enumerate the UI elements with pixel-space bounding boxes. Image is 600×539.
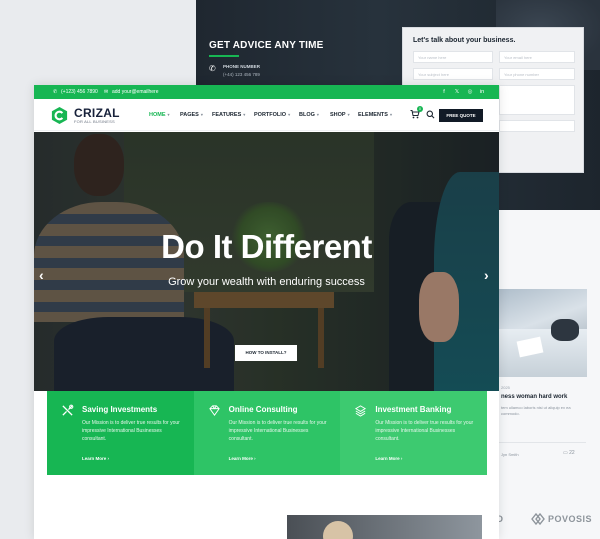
how-to-install-button[interactable]: HOW TO INSTALL? bbox=[235, 345, 297, 361]
submit-field[interactable] bbox=[499, 120, 575, 132]
phone-number: (+44) 123 456 789 bbox=[223, 72, 260, 77]
free-quote-button[interactable]: FREE QUOTE bbox=[439, 109, 483, 122]
brand-tagline: FOR ALL BUSINESS bbox=[74, 119, 115, 124]
hero-slider: Do It Different Grow your wealth with en… bbox=[34, 132, 499, 391]
nav-portfolio[interactable]: PORTFOLIO ▾ bbox=[254, 112, 290, 118]
service-card[interactable]: Investment Banking Our Mission is to del… bbox=[340, 391, 488, 475]
topbar-phone[interactable]: ✆ (+123) 456 7890 bbox=[53, 89, 98, 95]
blog-comments: ▭ 22 bbox=[563, 450, 575, 456]
chevron-down-icon: ▾ bbox=[347, 112, 350, 117]
blog-date: 2025 bbox=[501, 385, 510, 390]
chevron-down-icon: ▾ bbox=[200, 112, 203, 117]
message-field[interactable] bbox=[499, 85, 575, 115]
service-title: Online Consulting bbox=[228, 405, 298, 414]
heading-underline bbox=[209, 55, 239, 57]
phone-icon: ✆ bbox=[209, 64, 216, 73]
nav-shop[interactable]: SHOP ▾ bbox=[330, 112, 350, 118]
search-icon[interactable] bbox=[426, 110, 435, 119]
povosis-logo-icon bbox=[531, 513, 545, 525]
blog-title[interactable]: ness woman hard work bbox=[501, 394, 567, 400]
brand-name[interactable]: CRIZAL bbox=[74, 106, 120, 120]
nav-home[interactable]: HOME ▾ bbox=[149, 112, 170, 118]
slider-next-icon[interactable]: › bbox=[484, 267, 489, 283]
service-text: Our Mission is to deliver true results f… bbox=[82, 420, 180, 442]
slider-prev-icon[interactable]: ‹ bbox=[39, 267, 44, 283]
x-twitter-icon[interactable]: 𝕏 bbox=[453, 88, 461, 96]
phone-field[interactable]: Your phone number bbox=[499, 68, 575, 80]
hero-title: Do It Different bbox=[161, 228, 372, 265]
linkedin-icon[interactable]: in bbox=[478, 88, 486, 96]
service-text: Our Mission is to deliver true results f… bbox=[228, 420, 327, 442]
service-text: Our Mission is to deliver true results f… bbox=[375, 420, 474, 442]
instagram-icon[interactable]: ◎ bbox=[466, 88, 474, 96]
main-navbar: CRIZAL FOR ALL BUSINESS HOME ▾ PAGES ▾ FEA… bbox=[34, 99, 499, 131]
blog-comment-count: 22 bbox=[569, 450, 575, 456]
chevron-down-icon: ▾ bbox=[288, 112, 291, 117]
blog-image[interactable] bbox=[496, 289, 587, 377]
mail-icon: ✉ bbox=[104, 89, 109, 95]
service-title: Saving Investments bbox=[82, 405, 158, 414]
facebook-icon[interactable]: f bbox=[440, 88, 448, 96]
diamond-icon bbox=[208, 405, 220, 416]
nav-elements[interactable]: ELEMENTS ▾ bbox=[358, 112, 392, 118]
services-strip: Saving Investments Our Mission is to del… bbox=[47, 391, 488, 475]
contact-form-title: Let's talk about your business. bbox=[413, 37, 516, 44]
email-field[interactable]: Your email here bbox=[499, 51, 575, 63]
service-title: Investment Banking bbox=[375, 405, 452, 414]
learn-more-link[interactable]: Learn More › bbox=[229, 456, 256, 461]
phone-icon: ✆ bbox=[53, 89, 58, 95]
nav-features[interactable]: FEATURES ▾ bbox=[212, 112, 245, 118]
service-card[interactable]: Saving Investments Our Mission is to del… bbox=[47, 391, 194, 475]
chevron-down-icon: ▾ bbox=[167, 112, 170, 117]
hero-subtitle: Grow your wealth with enduring success bbox=[168, 276, 365, 288]
learn-more-link[interactable]: Learn More › bbox=[375, 456, 402, 461]
subject-field[interactable]: Your subject here bbox=[413, 68, 493, 80]
chevron-down-icon: ▾ bbox=[316, 112, 319, 117]
nav-blog[interactable]: BLOG ▾ bbox=[299, 112, 319, 118]
chevron-down-icon: ▾ bbox=[389, 112, 392, 117]
tools-icon bbox=[62, 404, 74, 416]
blog-excerpt: tem ullamco laboris nisi ut aliquip ex e… bbox=[501, 405, 571, 416]
about-image bbox=[287, 515, 482, 539]
crizal-logo-icon[interactable] bbox=[50, 106, 69, 125]
top-bar: ✆ (+123) 456 7890 ✉ add your@emailhere f 𝕏… bbox=[34, 85, 499, 99]
service-card[interactable]: Online Consulting Our Mission is to deli… bbox=[193, 391, 341, 475]
layers-icon bbox=[355, 405, 367, 417]
chevron-down-icon: ▾ bbox=[243, 112, 246, 117]
partner-logo-povosis: POVOSIS bbox=[548, 514, 593, 524]
learn-more-link[interactable]: Learn More › bbox=[82, 456, 109, 461]
topbar-email[interactable]: ✉ add your@emailhere bbox=[104, 89, 159, 95]
front-page: ✆ (+123) 456 7890 ✉ add your@emailhere f 𝕏… bbox=[34, 85, 499, 539]
phone-label: PHONE NUMBER bbox=[223, 64, 261, 69]
nav-pages[interactable]: PAGES ▾ bbox=[180, 112, 203, 118]
name-field[interactable]: Your name here bbox=[413, 51, 493, 63]
blog-divider bbox=[498, 442, 586, 443]
blog-author: Jyn Smith bbox=[501, 452, 519, 457]
cart-count-badge: 0 bbox=[417, 106, 423, 112]
advice-heading: GET ADVICE ANY TIME bbox=[209, 40, 324, 51]
